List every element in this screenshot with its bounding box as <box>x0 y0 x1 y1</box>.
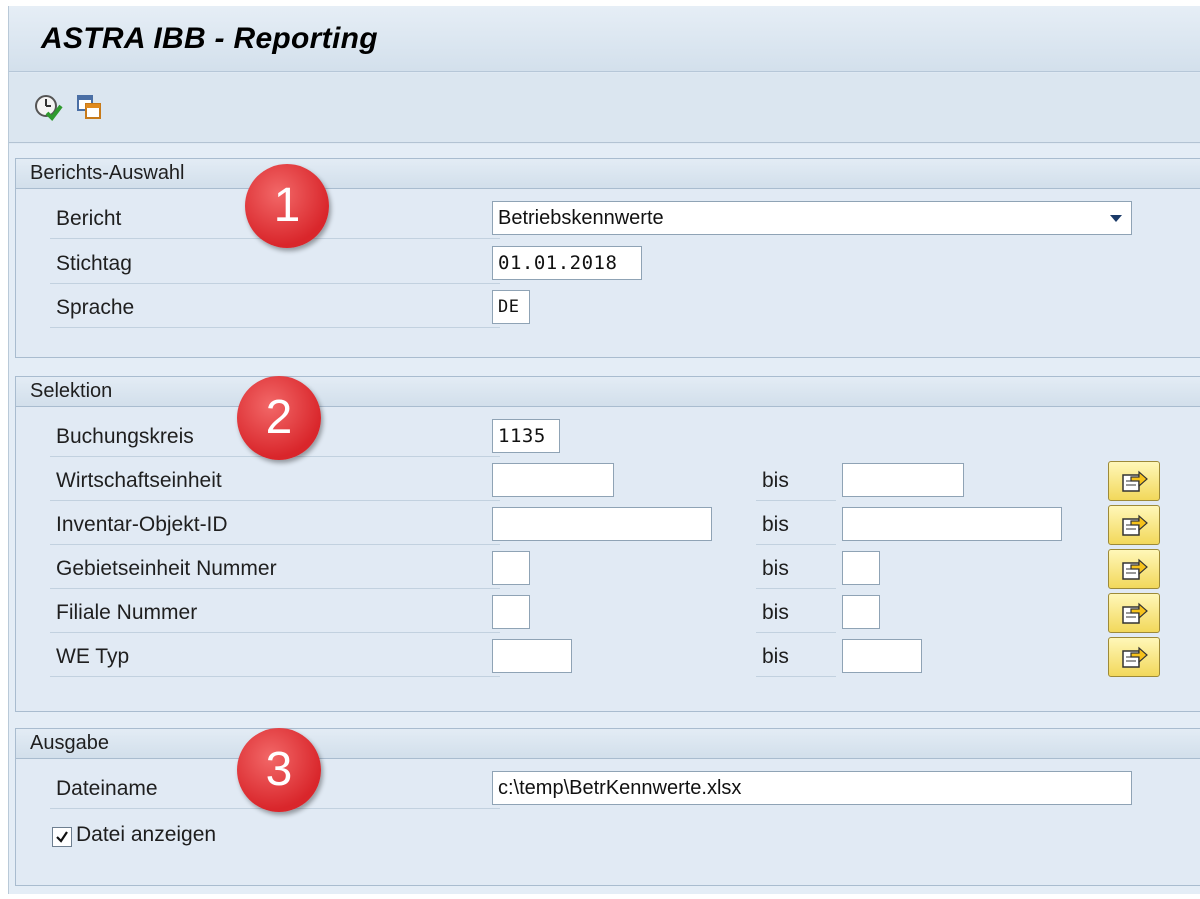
chevron-down-icon[interactable] <box>1110 215 1122 222</box>
multiple-selection-button[interactable] <box>1108 461 1160 501</box>
inventar-objekt-id-to-input[interactable] <box>842 507 1062 541</box>
multiple-selection-button[interactable] <box>1108 637 1160 677</box>
gebietseinheit-nummer-to-input[interactable] <box>842 551 880 585</box>
step-badge-1: 1 <box>245 164 329 248</box>
sprache-input[interactable]: DE <box>492 290 530 324</box>
datei-anzeigen-checkbox[interactable] <box>52 827 72 847</box>
multiple-selection-button[interactable] <box>1108 549 1160 589</box>
multiple-selection-icon <box>1122 514 1148 536</box>
gebietseinheit-nummer-label: Gebietseinheit Nummer <box>50 551 500 589</box>
step-badge-3: 3 <box>237 728 321 812</box>
bis-label: bis <box>756 595 836 633</box>
group-header-selektion: Selektion <box>16 377 1200 407</box>
copy-windows-icon[interactable] <box>75 93 105 123</box>
inventar-objekt-id-from-input[interactable] <box>492 507 712 541</box>
selection-screen: Berichts-Auswahl Bericht Betriebskennwer… <box>9 144 1200 894</box>
title-bar: ASTRA IBB - Reporting <box>9 6 1200 72</box>
we-typ-from-input[interactable] <box>492 639 572 673</box>
wirtschaftseinheit-label: Wirtschaftseinheit <box>50 463 500 501</box>
wirtschaftseinheit-from-input[interactable] <box>492 463 614 497</box>
bis-label: bis <box>756 463 836 501</box>
page-title: ASTRA IBB - Reporting <box>41 22 378 55</box>
datei-anzeigen-label[interactable]: Datei anzeigen <box>76 823 216 847</box>
we-typ-label: WE Typ <box>50 639 500 677</box>
inventar-objekt-id-label: Inventar-Objekt-ID <box>50 507 500 545</box>
bericht-dropdown[interactable]: Betriebskennwerte <box>492 201 1132 235</box>
checkmark-icon <box>56 831 68 843</box>
multiple-selection-button[interactable] <box>1108 593 1160 633</box>
multiple-selection-icon <box>1122 558 1148 580</box>
multiple-selection-icon <box>1122 602 1148 624</box>
gebietseinheit-nummer-from-input[interactable] <box>492 551 530 585</box>
filiale-nummer-from-input[interactable] <box>492 595 530 629</box>
bis-label: bis <box>756 639 836 677</box>
multiple-selection-icon <box>1122 646 1148 668</box>
group-header-ausgabe: Ausgabe <box>16 729 1200 759</box>
berichts-auswahl-group: Berichts-Auswahl Bericht Betriebskennwer… <box>15 158 1200 358</box>
we-typ-to-input[interactable] <box>842 639 922 673</box>
bericht-value: Betriebskennwerte <box>498 207 664 229</box>
selektion-group: Selektion Buchungskreis 1135 Wirtschafts… <box>15 376 1200 712</box>
bis-label: bis <box>756 551 836 589</box>
step-badge-2: 2 <box>237 376 321 460</box>
multiple-selection-icon <box>1122 470 1148 492</box>
execute-clock-icon[interactable] <box>33 93 63 123</box>
wirtschaftseinheit-to-input[interactable] <box>842 463 964 497</box>
dateiname-input[interactable]: c:\temp\BetrKennwerte.xlsx <box>492 771 1132 805</box>
group-header-berichts-auswahl: Berichts-Auswahl <box>16 159 1200 189</box>
ausgabe-group: Ausgabe Dateiname c:\temp\BetrKennwerte.… <box>15 728 1200 886</box>
sprache-label: Sprache <box>50 290 500 328</box>
filiale-nummer-label: Filiale Nummer <box>50 595 500 633</box>
bis-label: bis <box>756 507 836 545</box>
filiale-nummer-to-input[interactable] <box>842 595 880 629</box>
buchungskreis-input[interactable]: 1135 <box>492 419 560 453</box>
application-toolbar <box>9 73 1200 143</box>
sap-window: ASTRA IBB - Reporting Berichts-Auswahl B… <box>8 6 1200 894</box>
multiple-selection-button[interactable] <box>1108 505 1160 545</box>
stichtag-label: Stichtag <box>50 246 500 284</box>
stichtag-input[interactable]: 01.01.2018 <box>492 246 642 280</box>
